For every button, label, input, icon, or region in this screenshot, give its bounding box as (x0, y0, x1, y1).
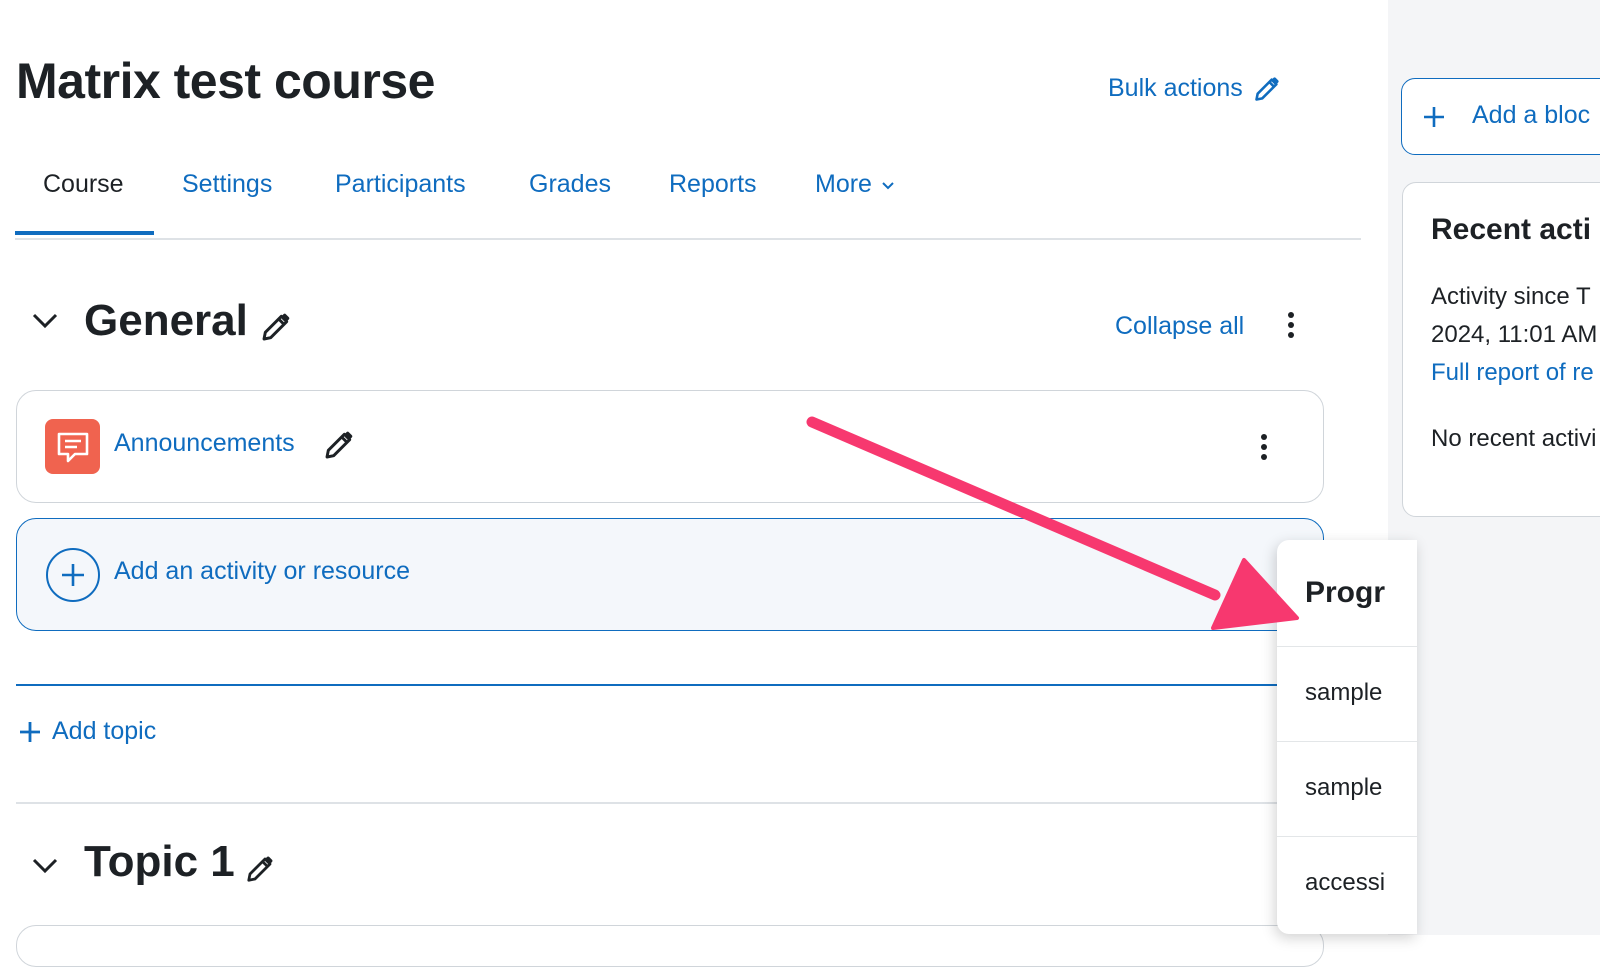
popover-header: Progr (1305, 576, 1386, 609)
active-tab-indicator (15, 231, 154, 235)
tab-more[interactable]: More (815, 170, 896, 199)
recent-activity-title: Recent acti (1431, 213, 1592, 246)
edit-activity-pencil-icon[interactable] (323, 429, 355, 461)
add-block-button[interactable]: Add a bloc (1401, 78, 1600, 155)
course-nav-tabs: Course Settings Participants Grades Repo… (15, 158, 1361, 240)
collapse-topic1-chevron-icon[interactable] (30, 855, 60, 877)
activity-announcements-card: Announcements (16, 390, 1324, 503)
section-menu-kebab-icon[interactable] (1288, 312, 1294, 338)
no-recent-activity-text: No recent activi (1431, 425, 1597, 452)
plus-circle-icon (46, 548, 100, 602)
pencil-icon (1255, 76, 1279, 101)
tab-course[interactable]: Course (43, 170, 124, 199)
section-topic1-header: Topic 1 (84, 837, 275, 887)
add-topic-button[interactable]: Add topic (18, 717, 156, 746)
popover-item[interactable]: accessi (1277, 836, 1417, 934)
edit-topic-pencil-icon[interactable] (245, 854, 275, 884)
section-topic1-title: Topic 1 (84, 837, 235, 886)
add-topic-label: Add topic (52, 717, 157, 745)
tab-participants[interactable]: Participants (335, 170, 466, 199)
collapse-general-chevron-icon[interactable] (30, 310, 60, 332)
forum-icon (45, 419, 100, 474)
topic1-activity-card (16, 925, 1324, 967)
activity-announcements-link[interactable]: Announcements (114, 429, 295, 458)
activity-since-line1: Activity since T (1431, 283, 1591, 310)
tab-grades[interactable]: Grades (529, 170, 611, 199)
tab-reports[interactable]: Reports (669, 170, 757, 199)
add-activity-button[interactable]: Add an activity or resource (16, 518, 1324, 631)
recent-activity-block: Recent acti Activity since T 2024, 11:01… (1402, 182, 1600, 517)
progress-popover: Progr sample sample accessi (1277, 540, 1417, 934)
section-general-header: General (84, 296, 292, 346)
add-activity-label: Add an activity or resource (114, 557, 410, 585)
tab-more-label: More (815, 170, 872, 198)
add-topic-divider (16, 684, 1278, 686)
add-block-label: Add a bloc (1472, 101, 1591, 129)
edit-section-pencil-icon[interactable] (260, 311, 292, 343)
bulk-actions-label: Bulk actions (1108, 74, 1243, 102)
page-title: Matrix test course (16, 53, 435, 109)
section-divider (16, 802, 1278, 804)
popover-item[interactable]: sample (1277, 646, 1417, 741)
chevron-down-icon (882, 181, 894, 189)
collapse-all-link[interactable]: Collapse all (1115, 312, 1244, 341)
activity-since-line2: 2024, 11:01 AM (1431, 321, 1598, 348)
bulk-actions-button[interactable]: Bulk actions (1108, 74, 1281, 103)
full-report-link[interactable]: Full report of re (1431, 359, 1594, 387)
plus-icon (20, 721, 40, 742)
section-general-title: General (84, 296, 248, 345)
activity-menu-kebab-icon[interactable] (1261, 434, 1267, 460)
tab-settings[interactable]: Settings (182, 170, 272, 199)
popover-item[interactable]: sample (1277, 741, 1417, 836)
plus-icon (1424, 107, 1444, 127)
